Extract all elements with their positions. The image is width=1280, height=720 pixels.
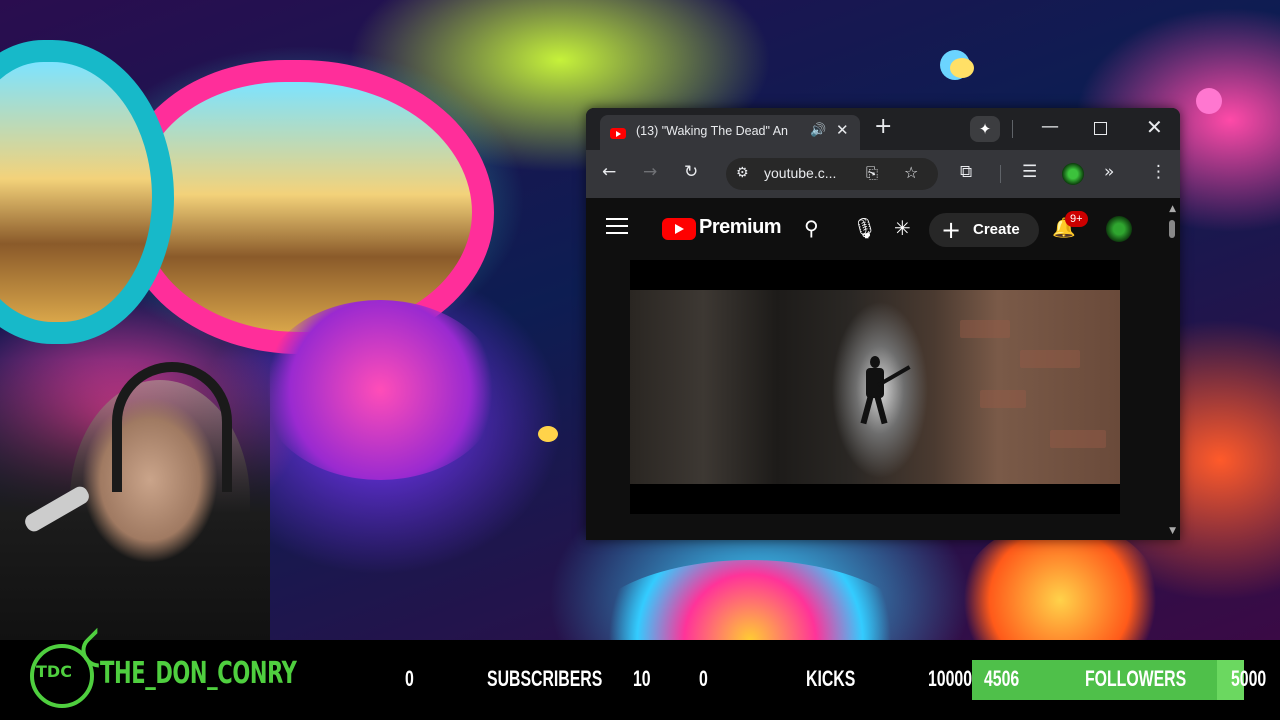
artwork-bubble — [950, 58, 974, 78]
subscribers-current: 0 — [405, 666, 414, 691]
plus-icon: + — [941, 216, 962, 244]
mic-icon[interactable]: 🎙 — [852, 216, 877, 240]
browser-window: (13) "Waking The Dead" An 🔊 ✕ + ✦ — ✕ ← … — [586, 108, 1180, 540]
window-close-icon[interactable]: ✕ — [1146, 115, 1163, 139]
wall-brick — [1020, 350, 1080, 368]
tab-close-icon[interactable]: ✕ — [836, 121, 849, 139]
reading-list-icon[interactable]: ☰ — [1022, 162, 1037, 182]
gemini-sparkle-icon[interactable]: ✦ — [970, 116, 1000, 142]
subscribers-label: SUBSCRIBERS — [487, 666, 603, 691]
search-icon[interactable]: ⚲ — [804, 216, 819, 240]
logo-text: TDC — [36, 662, 72, 681]
gemini-icon[interactable]: ✳ — [894, 216, 911, 240]
guitarist-silhouette — [860, 356, 911, 426]
notification-badge: 9+ — [1065, 211, 1088, 227]
artwork-face — [260, 300, 500, 480]
video-player[interactable] — [630, 260, 1120, 514]
artwork-sunglasses-lens — [120, 60, 494, 354]
youtube-premium-label[interactable]: Premium — [699, 216, 782, 239]
scrollbar-thumb[interactable] — [1169, 220, 1175, 238]
back-icon[interactable]: ← — [602, 162, 616, 182]
followers-label: FOLLOWERS — [1085, 666, 1187, 691]
subscribers-goal: 10 — [633, 666, 651, 691]
divider — [1012, 120, 1013, 138]
followers-goal: 5000 — [1231, 666, 1267, 691]
account-avatar[interactable] — [1106, 216, 1132, 242]
reload-icon[interactable]: ↻ — [684, 162, 698, 182]
tab-strip: (13) "Waking The Dead" An 🔊 ✕ + ✦ — ✕ — [586, 108, 1180, 150]
minimize-icon[interactable]: — — [1041, 116, 1059, 137]
address-bar[interactable]: ⚙ youtube.c... ⎘ ☆ — [726, 158, 938, 190]
youtube-logo-icon[interactable] — [662, 218, 696, 240]
install-icon[interactable]: ⎘ — [866, 164, 878, 182]
artwork-bubble — [1196, 88, 1222, 114]
artwork-orb — [580, 560, 920, 640]
kicks-label: KICKS — [806, 666, 856, 691]
youtube-favicon-icon — [610, 128, 626, 139]
site-settings-icon[interactable]: ⚙ — [736, 165, 749, 181]
new-tab-icon[interactable]: + — [874, 116, 892, 138]
address-bar-url[interactable]: youtube.c... — [764, 165, 836, 181]
menu-dots-icon[interactable]: ⋮ — [1150, 162, 1167, 182]
more-chevron-icon[interactable]: » — [1104, 162, 1114, 182]
divider — [1000, 165, 1001, 183]
speaker-icon[interactable]: 🔊 — [810, 123, 826, 138]
youtube-page: Premium ⚲ 🎙 ✳ + Create 🔔 9+ ▲ ▼ — [586, 198, 1180, 540]
extensions-icon[interactable]: ⧉ — [960, 162, 972, 182]
menu-icon[interactable] — [606, 218, 628, 239]
bookmark-star-icon[interactable]: ☆ — [904, 163, 918, 182]
channel-name: THE_DON_CONRY — [100, 656, 297, 691]
kicks-current: 0 — [699, 666, 708, 691]
kicks-goal: 10000 — [928, 666, 973, 691]
scroll-down-icon[interactable]: ▼ — [1169, 526, 1176, 536]
wall-brick — [960, 320, 1010, 338]
browser-toolbar: ← → ↻ ⚙ youtube.c... ⎘ ☆ ⧉ ☰ » ⋮ — [586, 150, 1180, 198]
tab-title: (13) "Waking The Dead" An — [636, 124, 789, 138]
stream-stats-bar: TDC THE_DON_CONRY 0 SUBSCRIBERS 10 0 KIC… — [0, 627, 1280, 720]
artwork-sunglasses-lens-left — [0, 40, 174, 344]
forward-icon[interactable]: → — [643, 162, 657, 182]
profile-avatar[interactable] — [1062, 163, 1084, 185]
create-button[interactable]: + Create — [929, 213, 1039, 247]
tab-active[interactable]: (13) "Waking The Dead" An 🔊 ✕ — [600, 115, 860, 150]
video-frame — [630, 290, 1120, 484]
artwork-bubble — [538, 426, 558, 442]
wall-brick — [1050, 430, 1106, 448]
streamer-headset — [112, 362, 232, 492]
wall-brick — [980, 390, 1026, 408]
create-label: Create — [973, 221, 1020, 238]
maximize-icon[interactable] — [1094, 122, 1107, 135]
followers-current: 4506 — [984, 666, 1020, 691]
scroll-up-icon[interactable]: ▲ — [1169, 204, 1176, 214]
